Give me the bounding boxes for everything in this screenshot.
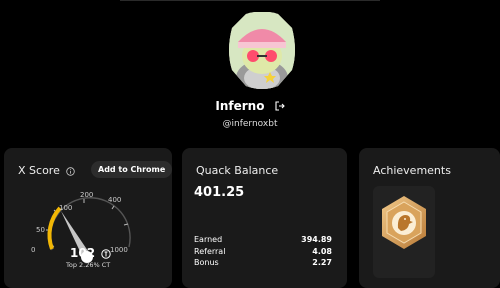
username: Inferno (215, 99, 265, 113)
top-divider (120, 0, 380, 1)
gauge-tick-200: 200 (80, 191, 93, 199)
quack-balance-value: 401.25 (194, 185, 245, 200)
rank-text: Top 2.26% CT (66, 261, 111, 269)
duck-badge-icon (382, 196, 426, 249)
row-label: Earned (194, 235, 223, 244)
achievement-badge[interactable] (373, 186, 435, 278)
gauge-tick-400: 400 (108, 196, 121, 204)
quack-title: Quack Balance (196, 164, 279, 177)
row-value: 4.08 (312, 246, 332, 256)
score-row: 102 (70, 246, 111, 262)
achievements-card: Achievements (359, 148, 500, 288)
balance-row-referral: Referral 4.08 (194, 246, 332, 258)
logout-icon[interactable] (275, 100, 285, 114)
quack-balance-card: Quack Balance 401.25 Earned 394.89 Refer… (182, 148, 347, 288)
coin-icon (101, 248, 111, 262)
gauge-tick-100: 100 (59, 204, 72, 212)
score-value: 102 (70, 246, 96, 260)
gauge-tick-1000: 1000 (110, 246, 128, 254)
row-value: 394.89 (301, 235, 332, 244)
gauge-tick-0: 0 (31, 246, 35, 254)
balance-row-earned: Earned 394.89 (194, 234, 332, 246)
user-handle: @infernoxbt (222, 119, 278, 129)
balance-breakdown: Earned 394.89 Referral 4.08 Bonus 2.27 (194, 234, 332, 269)
username-row: Inferno (0, 99, 500, 114)
achievements-title: Achievements (373, 164, 451, 177)
row-label: Referral (194, 246, 226, 256)
row-value: 2.27 (312, 258, 332, 267)
avatar[interactable] (226, 11, 298, 90)
balance-row-bonus: Bonus 2.27 (194, 257, 332, 269)
x-score-card: X Score Add to Chrome 0 50 100 200 400 1… (4, 148, 173, 288)
row-label: Bonus (194, 258, 219, 267)
gauge-tick-50: 50 (36, 226, 45, 234)
